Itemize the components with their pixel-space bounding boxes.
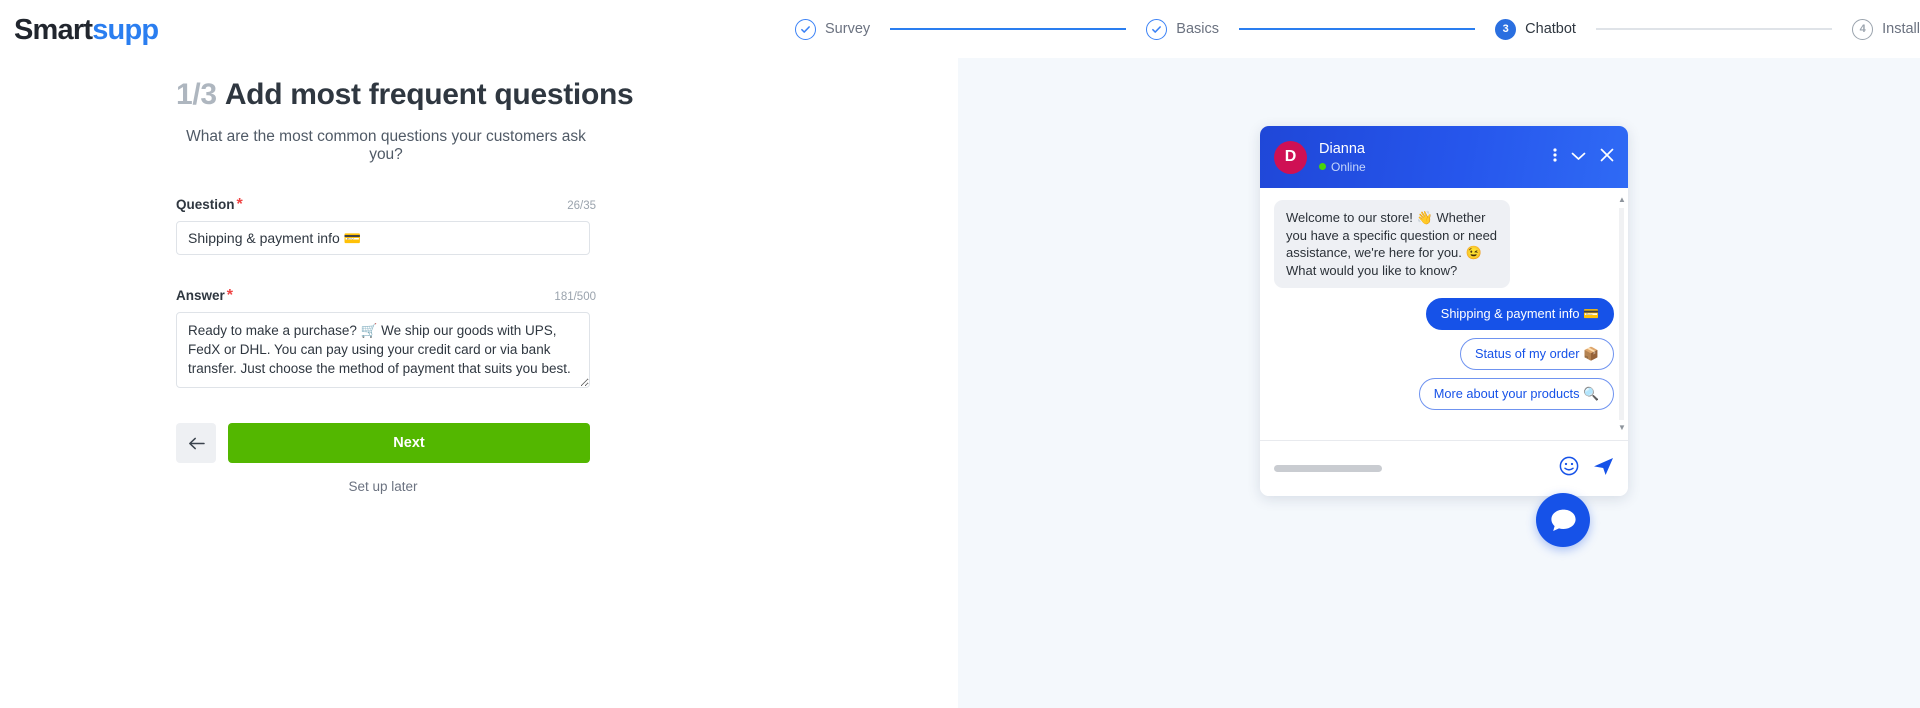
scroll-up-arrow-icon[interactable]: ▲ bbox=[1618, 196, 1626, 204]
emoji-icon[interactable] bbox=[1559, 456, 1579, 481]
send-icon[interactable] bbox=[1593, 457, 1614, 481]
quick-reply-products[interactable]: More about your products 🔍 bbox=[1418, 378, 1614, 410]
quick-reply-group: Shipping & payment info 💳 Status of my o… bbox=[1274, 298, 1614, 410]
chat-scrollbar[interactable]: ▲ ▼ bbox=[1618, 196, 1626, 432]
agent-status-label: Online bbox=[1331, 159, 1366, 174]
form-actions: Next bbox=[176, 423, 596, 463]
chat-composer bbox=[1260, 440, 1628, 496]
chat-launcher-button[interactable] bbox=[1536, 493, 1590, 547]
quick-reply-order-status[interactable]: Status of my order 📦 bbox=[1459, 338, 1614, 370]
composer-icons bbox=[1559, 456, 1614, 481]
step-chatbot-marker: 3 bbox=[1495, 18, 1517, 40]
chat-scrollbar-track bbox=[1619, 208, 1624, 420]
page-subtitle: What are the most common questions your … bbox=[186, 128, 586, 163]
question-required-mark: * bbox=[236, 196, 243, 213]
page-title: 1/3 Add most frequent questions bbox=[176, 78, 634, 112]
question-input[interactable] bbox=[176, 221, 590, 255]
answer-label: Answer bbox=[176, 288, 225, 303]
brand-logo[interactable]: Smartsupp bbox=[14, 14, 159, 47]
answer-required-mark: * bbox=[226, 287, 234, 304]
step-basics-label: Basics bbox=[1176, 21, 1220, 37]
question-counter: 26/35 bbox=[567, 200, 596, 212]
chat-widget: D Dianna Online Welcome to our store! 👋 … bbox=[1260, 126, 1628, 496]
bot-message-bubble: Welcome to our store! 👋 Whether you have… bbox=[1274, 200, 1510, 288]
top-bar: Smartsupp Survey Basics 3 Chatbot 4 Inst… bbox=[0, 0, 1920, 58]
arrow-left-icon bbox=[188, 437, 205, 449]
answer-counter: 181/500 bbox=[554, 291, 596, 303]
check-icon bbox=[801, 25, 810, 33]
quick-reply-shipping-payment[interactable]: Shipping & payment info 💳 bbox=[1425, 298, 1614, 330]
message-input-placeholder[interactable] bbox=[1274, 465, 1382, 472]
question-field-header: Question * 26/35 bbox=[176, 196, 596, 214]
step-install-marker: 4 bbox=[1852, 18, 1874, 40]
step-survey-marker bbox=[795, 18, 816, 40]
answer-field-header: Answer * 181/500 bbox=[176, 287, 596, 305]
next-button[interactable]: Next bbox=[228, 423, 590, 463]
brand-logo-part1: Smart bbox=[14, 14, 93, 46]
chat-header-icons bbox=[1553, 147, 1614, 167]
connector-basics-chatbot bbox=[1239, 28, 1476, 30]
step-survey-label: Survey bbox=[825, 21, 871, 37]
chat-bubble-icon bbox=[1550, 509, 1576, 531]
agent-info: Dianna Online bbox=[1319, 141, 1553, 174]
chevron-down-icon[interactable] bbox=[1571, 149, 1586, 165]
set-up-later-link[interactable]: Set up later bbox=[176, 479, 590, 494]
chat-widget-header: D Dianna Online bbox=[1260, 126, 1628, 188]
step-install-label: Install bbox=[1882, 21, 1920, 37]
question-label: Question bbox=[176, 197, 235, 212]
step-basics[interactable]: Basics bbox=[1146, 18, 1220, 40]
answer-textarea[interactable] bbox=[176, 312, 590, 388]
agent-name: Dianna bbox=[1319, 140, 1365, 157]
chat-message-list: Welcome to our store! 👋 Whether you have… bbox=[1260, 188, 1628, 440]
avatar: D bbox=[1274, 140, 1307, 174]
scroll-down-arrow-icon[interactable]: ▼ bbox=[1618, 424, 1626, 432]
back-button[interactable] bbox=[176, 423, 216, 463]
page-title-text: Add most frequent questions bbox=[224, 78, 634, 111]
step-basics-marker bbox=[1146, 18, 1168, 40]
step-install[interactable]: 4 Install bbox=[1852, 18, 1920, 40]
step-fraction: 1/3 bbox=[176, 78, 217, 111]
close-icon[interactable] bbox=[1600, 148, 1614, 166]
connector-chatbot-install bbox=[1595, 28, 1833, 30]
form-inner: 1/3 Add most frequent questions What are … bbox=[176, 58, 634, 494]
onboarding-stepper: Survey Basics 3 Chatbot 4 Install bbox=[795, 0, 1920, 58]
connector-survey-basics bbox=[890, 28, 1127, 30]
agent-status: Online bbox=[1319, 160, 1553, 174]
step-chatbot[interactable]: 3 Chatbot bbox=[1495, 18, 1576, 40]
step-chatbot-label: Chatbot bbox=[1525, 21, 1576, 37]
answer-label-wrap: Answer * bbox=[176, 287, 233, 305]
question-label-wrap: Question * bbox=[176, 196, 243, 214]
chat-preview-panel: D Dianna Online Welcome to our store! 👋 … bbox=[958, 58, 1920, 708]
form-panel: 1/3 Add most frequent questions What are … bbox=[0, 58, 958, 708]
more-vertical-icon[interactable] bbox=[1553, 147, 1557, 167]
brand-logo-part2: supp bbox=[92, 14, 159, 46]
step-survey[interactable]: Survey bbox=[795, 18, 871, 40]
check-icon bbox=[1152, 25, 1162, 33]
online-dot-icon bbox=[1319, 163, 1326, 170]
